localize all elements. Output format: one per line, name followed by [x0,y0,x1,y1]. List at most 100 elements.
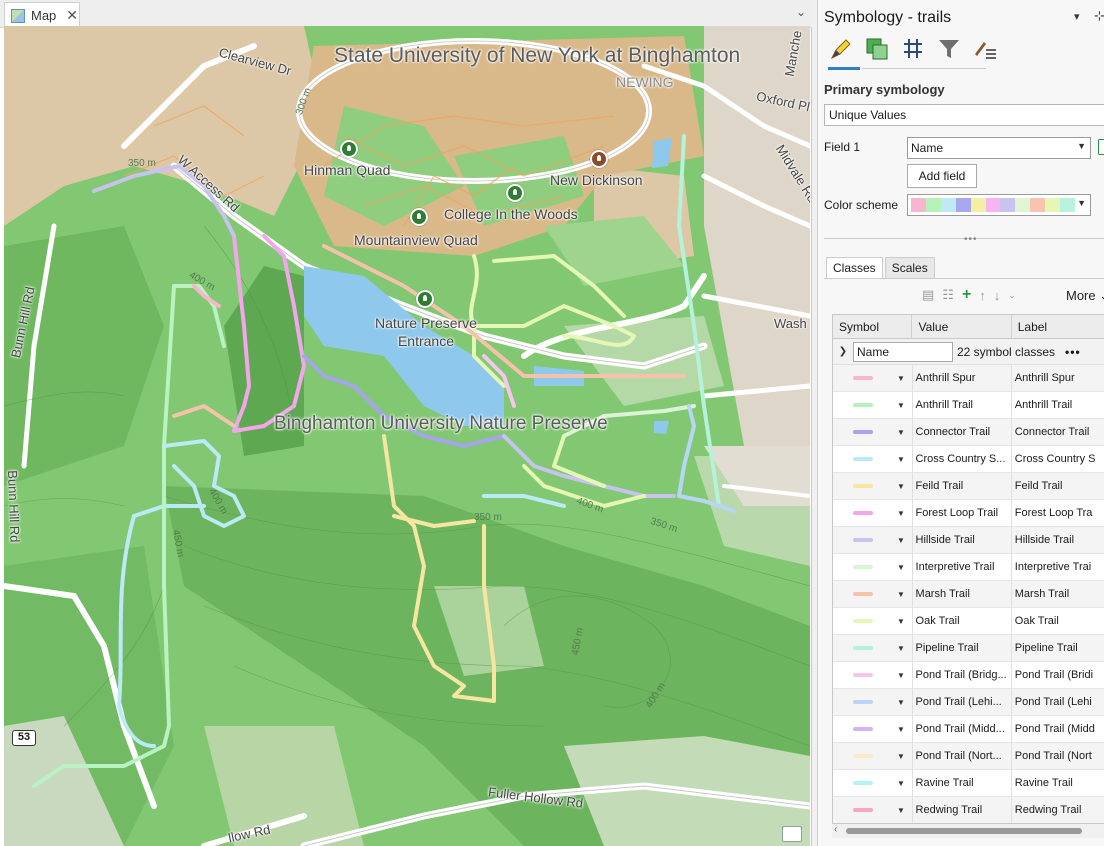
symbol-cell[interactable]: ▼ [833,769,913,797]
chevron-down-icon[interactable]: ▼ [897,806,905,815]
symbol-cell[interactable]: ▼ [833,472,913,500]
symbol-cell[interactable]: ▼ [833,391,913,419]
symbol-cell[interactable]: ▼ [833,634,913,662]
table-row[interactable]: ▼ Anthrill Trail Anthrill Trail [833,391,1104,419]
field1-select[interactable]: Name ▼ [907,137,1091,159]
add-all-values-icon[interactable]: ☷ [942,287,954,303]
label-cell[interactable]: Marsh Trail [1012,581,1104,608]
table-row[interactable]: ▼ Pond Trail (Nort... Pond Trail (Nort [833,742,1104,770]
symbol-cell[interactable]: ▼ [833,499,913,527]
label-cell[interactable]: Oak Trail [1012,608,1104,635]
splitter-grip-icon[interactable]: ••• [964,234,978,245]
sort-icon[interactable]: ⌄ [1008,290,1016,301]
label-cell[interactable]: Anthrill Trail [1012,392,1104,419]
field-sql-button[interactable] [1098,139,1104,155]
color-scheme-select[interactable]: ▼ [907,194,1091,216]
symbol-layer-drawing-button[interactable] [900,36,926,62]
line-symbol-swatch[interactable] [853,808,873,812]
label-cell[interactable]: Hillside Trail [1012,527,1104,554]
label-cell[interactable]: Anthrill Spur [1012,365,1104,392]
symbol-cell[interactable]: ▼ [833,364,913,392]
vary-symbology-button[interactable] [864,36,890,62]
symbol-cell[interactable]: ▼ [833,418,913,446]
table-row[interactable]: ▼ Pond Trail (Lehi... Pond Trail (Lehi [833,688,1104,716]
table-row[interactable]: ▼ Marsh Trail Marsh Trail [833,580,1104,608]
table-row[interactable]: ▼ Pond Trail (Midd... Pond Trail (Midd [833,715,1104,743]
map-canvas[interactable]: State University of New York at Binghamt… [4,26,810,846]
table-row[interactable]: ▼ Ravine Trail Ravine Trail [833,769,1104,797]
label-cell[interactable]: Cross Country S [1012,446,1104,473]
line-symbol-swatch[interactable] [853,700,873,704]
tab-classes[interactable]: Classes [826,257,883,279]
line-symbol-swatch[interactable] [853,646,873,650]
label-cell[interactable]: Redwing Trail [1012,797,1104,824]
table-row[interactable]: ▼ Cross Country S... Cross Country S [833,445,1104,473]
symbol-cell[interactable]: ▼ [833,661,913,689]
chevron-down-icon[interactable]: ▼ [897,752,905,761]
primary-symbology-button[interactable] [828,36,854,62]
symbol-cell[interactable]: ▼ [833,553,913,581]
chevron-down-icon[interactable]: ▼ [897,590,905,599]
line-symbol-swatch[interactable] [853,403,873,407]
symbol-cell[interactable]: ▼ [833,742,913,770]
symbol-cell[interactable]: ▼ [833,796,913,823]
table-row[interactable]: ▼ Redwing Trail Redwing Trail [833,796,1104,824]
column-header-symbol[interactable]: Symbol [833,315,913,338]
pin-icon[interactable]: ⊹ [1094,8,1104,24]
add-field-button[interactable]: Add field [907,164,977,188]
table-row[interactable]: ▼ Pipeline Trail Pipeline Trail [833,634,1104,662]
line-symbol-swatch[interactable] [853,376,873,380]
chevron-down-icon[interactable]: ❯ [833,346,853,357]
label-cell[interactable]: Pond Trail (Lehi [1012,689,1104,716]
column-header-label[interactable]: Label [1012,315,1104,338]
line-symbol-swatch[interactable] [853,538,873,542]
tree-icon[interactable] [410,208,428,226]
line-symbol-swatch[interactable] [853,430,873,434]
chevron-down-icon[interactable]: ▼ [897,482,905,491]
symbol-cell[interactable]: ▼ [833,715,913,743]
horizontal-scrollbar[interactable]: ‹ › [832,824,1104,838]
scrollbar-thumb[interactable] [846,828,1082,834]
label-cell[interactable]: Pipeline Trail [1012,635,1104,662]
filter-button[interactable] [936,36,962,62]
primary-symbology-select[interactable]: Unique Values [824,104,1104,126]
label-cell[interactable]: Pond Trail (Midd [1012,716,1104,743]
line-symbol-swatch[interactable] [853,592,873,596]
more-menu-button[interactable]: More ⌄ [1066,288,1104,304]
label-cell[interactable]: Ravine Trail [1012,770,1104,797]
line-symbol-swatch[interactable] [853,673,873,677]
chevron-down-icon[interactable]: ▼ [897,725,905,734]
tree-icon[interactable] [340,140,358,158]
symbol-cell[interactable]: ▼ [833,580,913,608]
chevron-down-icon[interactable]: ▼ [897,455,905,464]
line-symbol-swatch[interactable] [853,754,873,758]
label-cell[interactable]: Interpretive Trai [1012,554,1104,581]
school-icon[interactable] [590,150,608,168]
table-view-icon[interactable]: ▤ [922,287,934,303]
table-row[interactable]: ▼ Connector Trail Connector Trail [833,418,1104,446]
symbol-cell[interactable]: ▼ [833,526,913,554]
add-icon[interactable]: + [962,286,971,304]
close-icon[interactable]: ✕ [66,7,78,24]
table-row[interactable]: ▼ Anthrill Spur Anthrill Spur [833,364,1104,392]
line-symbol-swatch[interactable] [853,457,873,461]
chevron-down-icon[interactable]: ▼ [897,536,905,545]
symbol-cell[interactable]: ▼ [833,688,913,716]
chevron-down-icon[interactable]: ▼ [897,428,905,437]
group-heading-input[interactable]: Name [853,341,953,362]
table-row[interactable]: ▼ Pond Trail (Bridg... Pond Trail (Bridi [833,661,1104,689]
table-row[interactable]: ▼ Hillside Trail Hillside Trail [833,526,1104,554]
label-cell[interactable]: Pond Trail (Nort [1012,743,1104,770]
chevron-down-icon[interactable]: ▼ [897,698,905,707]
move-down-icon[interactable]: ↓ [994,288,1001,303]
line-symbol-swatch[interactable] [853,511,873,515]
table-row[interactable]: ▼ Forest Loop Trail Forest Loop Tra [833,499,1104,527]
label-cell[interactable]: Connector Trail [1012,419,1104,446]
symbol-cell[interactable]: ▼ [833,445,913,473]
tree-icon[interactable] [416,290,434,308]
move-up-icon[interactable]: ↑ [979,288,986,303]
table-row[interactable]: ▼ Oak Trail Oak Trail [833,607,1104,635]
chevron-down-icon[interactable]: ▼ [897,617,905,626]
tab-scales[interactable]: Scales [884,257,935,279]
chevron-down-icon[interactable]: ⌄ [796,5,806,19]
